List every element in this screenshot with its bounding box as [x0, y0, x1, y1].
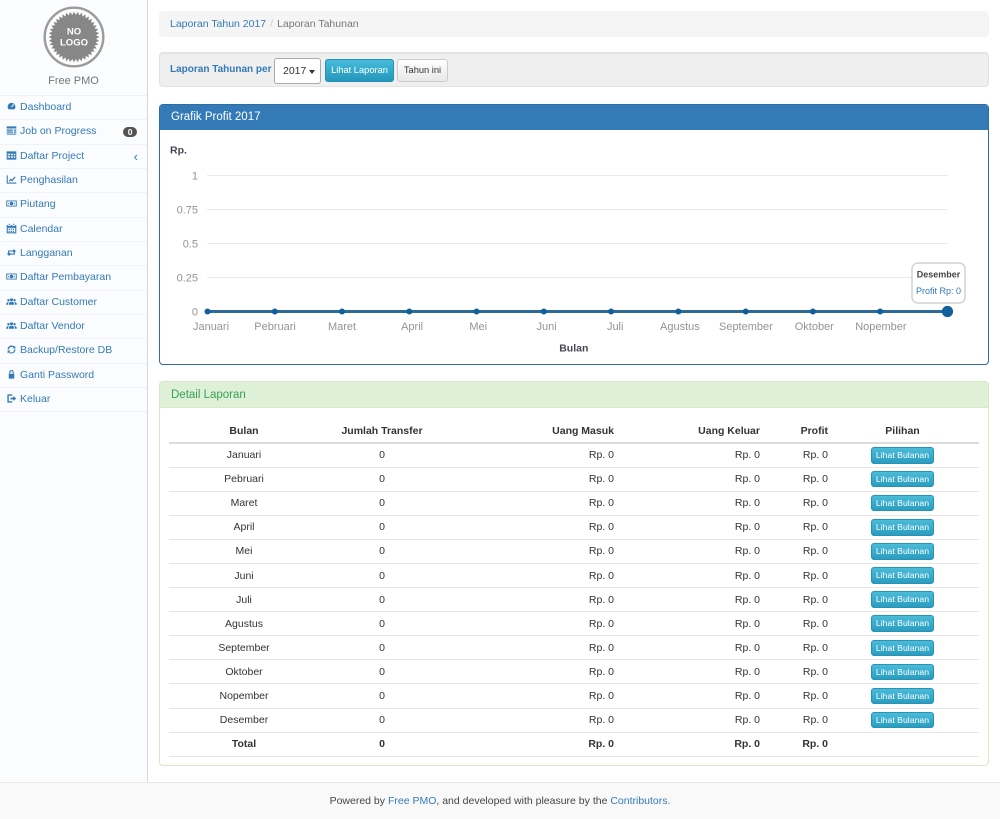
svg-text:0.5: 0.5 — [183, 239, 198, 251]
svg-text:Mei: Mei — [469, 321, 487, 333]
svg-text:Juni: Juni — [537, 321, 557, 333]
svg-text:Profit Rp: 0: Profit Rp: 0 — [916, 286, 961, 296]
svg-text:Juli: Juli — [607, 321, 624, 333]
svg-text:Pebruari: Pebruari — [254, 321, 296, 333]
svg-text:Oktober: Oktober — [795, 321, 834, 333]
svg-text:Januari: Januari — [193, 321, 229, 333]
svg-text:0.75: 0.75 — [177, 205, 198, 217]
svg-text:Agustus: Agustus — [660, 321, 700, 333]
svg-text:NO: NO — [66, 27, 80, 38]
svg-text:Desember: Desember — [917, 270, 961, 280]
svg-text:Bulan: Bulan — [559, 343, 588, 355]
svg-text:September: September — [719, 321, 773, 333]
svg-text:Rp.: Rp. — [170, 145, 187, 157]
svg-text:1: 1 — [192, 171, 198, 183]
svg-text:Maret: Maret — [328, 321, 356, 333]
svg-text:0.25: 0.25 — [177, 273, 198, 285]
svg-text:LOGO: LOGO — [60, 38, 88, 49]
svg-text:Nopember: Nopember — [855, 321, 907, 333]
svg-text:0: 0 — [192, 307, 198, 319]
svg-text:April: April — [401, 321, 423, 333]
